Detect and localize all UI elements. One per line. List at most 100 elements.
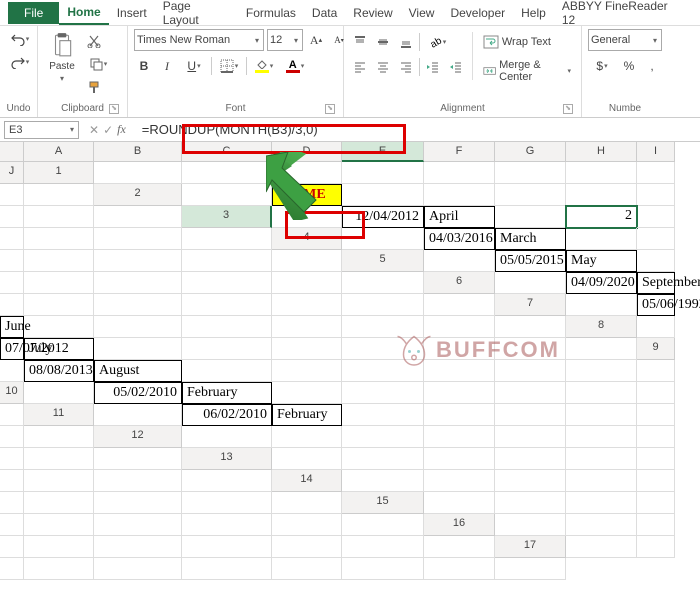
tab-developer[interactable]: Developer [442,2,513,24]
cell[interactable] [24,272,94,294]
cell[interactable] [495,382,566,404]
row-header[interactable]: 5 [342,250,424,272]
cell[interactable]: 06/02/2010 [182,404,272,426]
cell[interactable] [566,382,637,404]
cell[interactable] [182,162,272,184]
cell[interactable] [566,228,637,250]
cell[interactable] [566,426,637,448]
cell[interactable] [0,360,24,382]
cell[interactable] [24,426,94,448]
select-all-corner[interactable] [0,142,24,162]
cell[interactable] [272,272,342,294]
comma-format-button[interactable]: , [642,56,662,76]
cell[interactable] [182,514,272,536]
font-dialog-launcher[interactable]: ⬊ [325,104,335,114]
borders-button[interactable]: ▾ [215,56,243,76]
cell[interactable] [272,382,342,404]
cell[interactable] [94,316,182,338]
cell[interactable]: 08/08/2013 [24,360,94,382]
cell[interactable] [94,514,182,536]
cell[interactable] [0,184,24,206]
number-format-select[interactable]: General▾ [588,29,662,51]
cell[interactable] [272,448,342,470]
cell[interactable]: August [94,360,182,382]
cell[interactable] [94,448,182,470]
cell[interactable] [0,206,24,228]
cell[interactable] [0,250,24,272]
cell[interactable] [342,536,424,558]
cell[interactable] [272,514,342,536]
row-header[interactable]: 6 [424,272,495,294]
cell[interactable] [182,492,272,514]
cell[interactable] [24,206,94,228]
cell[interactable] [637,514,675,536]
cell[interactable] [0,492,24,514]
cell[interactable] [637,360,675,382]
cell[interactable] [566,404,637,426]
column-header[interactable]: A [24,142,94,162]
cell[interactable] [424,426,495,448]
cell[interactable] [637,206,675,228]
cell[interactable] [24,514,94,536]
cell[interactable] [424,470,495,492]
cell[interactable] [495,404,566,426]
row-header[interactable]: 4 [272,228,342,250]
orientation-button[interactable]: ab▾ [423,32,451,52]
cell[interactable] [566,162,637,184]
column-header[interactable]: H [566,142,637,162]
cell[interactable] [637,162,675,184]
cell[interactable] [566,492,637,514]
cell[interactable] [495,448,566,470]
row-header[interactable]: 16 [424,514,495,536]
cell[interactable] [94,250,182,272]
cell[interactable] [24,448,94,470]
fill-color-button[interactable]: ▾ [250,56,278,76]
font-size-select[interactable]: 12▾ [267,29,303,51]
cell[interactable] [24,294,94,316]
cell[interactable]: February [272,404,342,426]
cell[interactable] [182,228,272,250]
file-menu[interactable]: File [8,2,59,24]
cell[interactable]: TIME [272,184,342,206]
cell[interactable] [0,228,24,250]
clipboard-dialog-launcher[interactable]: ⬊ [109,104,119,114]
row-header[interactable]: 13 [182,448,272,470]
row-header[interactable]: 17 [495,536,566,558]
cell[interactable]: March [495,228,566,250]
tab-formulas[interactable]: Formulas [238,2,304,24]
cell[interactable]: April [424,206,495,228]
formula-bar[interactable]: =ROUNDUP(MONTH(B3)/3,0) [132,120,700,139]
cell[interactable] [637,492,675,514]
cell[interactable] [0,558,24,580]
cell[interactable] [566,448,637,470]
increase-font-button[interactable]: A▴ [306,30,326,50]
cell[interactable] [94,162,182,184]
decrease-indent-button[interactable] [423,57,443,77]
cell[interactable] [495,558,566,580]
cell[interactable] [495,206,566,228]
cell[interactable] [272,558,342,580]
percent-format-button[interactable]: % [619,56,639,76]
cell[interactable]: 05/05/2015 [495,250,566,272]
cell[interactable] [566,470,637,492]
cell[interactable] [272,338,342,360]
cell[interactable] [182,184,272,206]
align-top-button[interactable] [350,32,370,52]
cell[interactable] [424,250,495,272]
enter-formula-button[interactable]: ✓ [103,123,113,137]
cell[interactable] [272,536,342,558]
cell[interactable] [495,514,566,536]
redo-button[interactable]: ▾ [6,52,34,72]
cell[interactable] [0,404,24,426]
tab-data[interactable]: Data [304,2,345,24]
cell[interactable] [637,404,675,426]
cell[interactable] [424,382,495,404]
cell[interactable] [94,558,182,580]
cell[interactable] [424,558,495,580]
cell[interactable] [94,404,182,426]
cell[interactable]: February [182,382,272,404]
cell[interactable] [637,382,675,404]
cell[interactable] [272,492,342,514]
cell[interactable] [0,294,24,316]
cell[interactable] [566,338,637,360]
